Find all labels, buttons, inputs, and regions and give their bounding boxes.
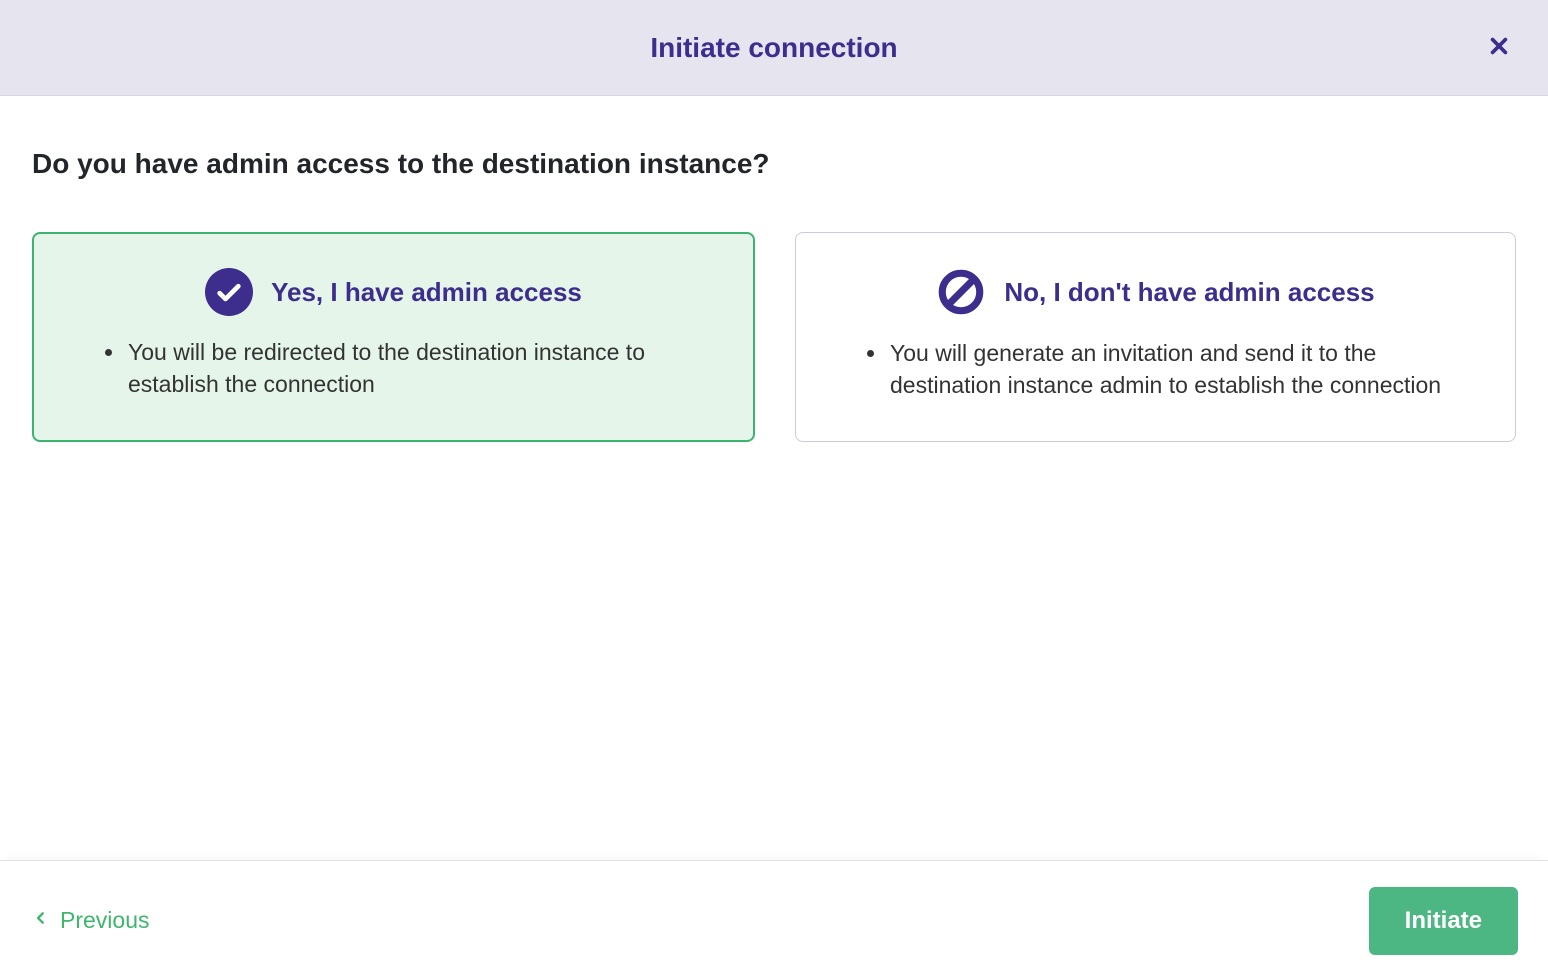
prohibit-icon — [936, 267, 986, 317]
previous-button[interactable]: Previous — [30, 899, 153, 943]
option-yes-title: Yes, I have admin access — [271, 277, 582, 308]
option-no-admin[interactable]: No, I don't have admin access You will g… — [795, 232, 1516, 442]
close-button[interactable] — [1480, 28, 1518, 68]
option-no-description-list: You will generate an invitation and send… — [832, 337, 1479, 401]
option-no-title: No, I don't have admin access — [1004, 277, 1374, 308]
modal-title: Initiate connection — [650, 32, 897, 64]
option-yes-description-list: You will be redirected to the destinatio… — [70, 336, 717, 400]
modal-body: Do you have admin access to the destinat… — [0, 96, 1548, 482]
check-circle-icon — [205, 268, 253, 316]
option-no-description: You will generate an invitation and send… — [888, 337, 1479, 401]
previous-label: Previous — [60, 907, 149, 934]
option-yes-admin[interactable]: Yes, I have admin access You will be red… — [32, 232, 755, 442]
option-yes-header: Yes, I have admin access — [70, 268, 717, 316]
admin-access-question: Do you have admin access to the destinat… — [32, 148, 1516, 180]
option-no-header: No, I don't have admin access — [832, 267, 1479, 317]
option-yes-description: You will be redirected to the destinatio… — [126, 336, 717, 400]
close-icon — [1488, 32, 1510, 63]
modal-footer: Previous Initiate — [0, 860, 1548, 980]
initiate-button[interactable]: Initiate — [1369, 887, 1518, 955]
modal-header: Initiate connection — [0, 0, 1548, 96]
options-row: Yes, I have admin access You will be red… — [32, 232, 1516, 442]
chevron-left-icon — [34, 907, 48, 935]
